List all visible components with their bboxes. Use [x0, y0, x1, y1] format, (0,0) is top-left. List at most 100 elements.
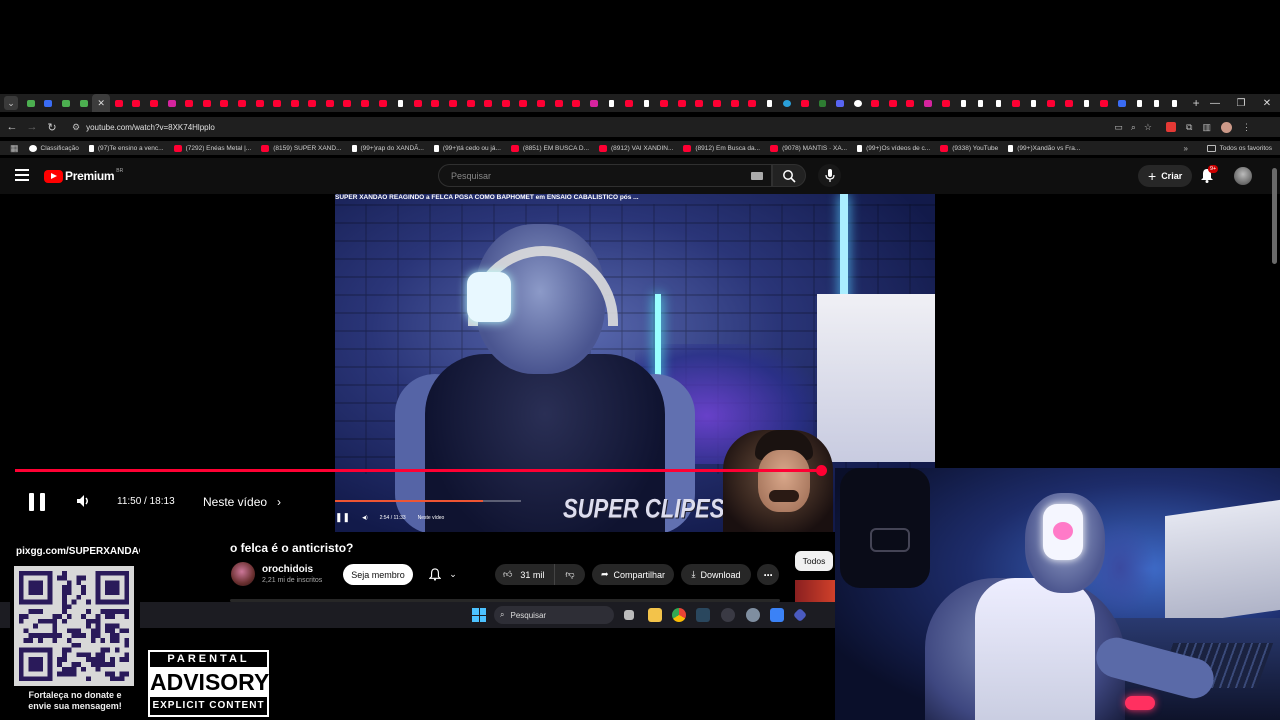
- search-input[interactable]: Pesquisar: [438, 164, 772, 187]
- maximize-icon[interactable]: ❐: [1228, 98, 1254, 109]
- tab-search-icon[interactable]: ⌄: [4, 96, 18, 110]
- file-explorer-icon[interactable]: [648, 608, 662, 622]
- browser-tab[interactable]: [743, 94, 761, 112]
- close-window-icon[interactable]: ✕: [1254, 98, 1280, 109]
- app-icon[interactable]: [792, 607, 808, 623]
- browser-tab[interactable]: [57, 94, 75, 112]
- close-tab-icon[interactable]: ✕: [97, 98, 105, 109]
- browser-tab[interactable]: [286, 94, 304, 112]
- browser-tab[interactable]: [444, 94, 462, 112]
- minimize-icon[interactable]: —: [1202, 98, 1228, 109]
- browser-tab[interactable]: [761, 94, 779, 112]
- browser-tab[interactable]: [972, 94, 990, 112]
- browser-tab[interactable]: [1025, 94, 1043, 112]
- browser-tab[interactable]: [198, 94, 216, 112]
- bookmark-item[interactable]: (9078) MANTIS · XA...: [770, 144, 847, 152]
- browser-tab[interactable]: [22, 94, 40, 112]
- bookmark-item[interactable]: (7292) Enéas Metal |...: [173, 144, 251, 152]
- browser-tab[interactable]: [655, 94, 673, 112]
- browser-tab[interactable]: [427, 94, 445, 112]
- browser-tab[interactable]: [40, 94, 58, 112]
- volume-button[interactable]: [76, 494, 92, 513]
- channel-name[interactable]: orochidois: [262, 564, 313, 575]
- taskbar-search[interactable]: ⌕ Pesquisar: [494, 606, 614, 624]
- back-icon[interactable]: ←: [2, 121, 22, 133]
- task-view-icon[interactable]: [624, 610, 634, 620]
- subscription-bell-button[interactable]: ⌄: [420, 564, 466, 585]
- browser-tab[interactable]: [726, 94, 744, 112]
- sidebar-icon[interactable]: ▥: [1202, 122, 1211, 133]
- page-scrollbar[interactable]: [1272, 168, 1277, 264]
- browser-tab[interactable]: [163, 94, 181, 112]
- browser-tab[interactable]: [251, 94, 269, 112]
- browser-tab[interactable]: [902, 94, 920, 112]
- keyboard-icon[interactable]: [751, 172, 763, 180]
- browser-tab[interactable]: [321, 94, 339, 112]
- browser-tab[interactable]: [1007, 94, 1025, 112]
- recommended-thumbnail[interactable]: [795, 580, 835, 602]
- progress-scrubber[interactable]: [816, 465, 827, 476]
- browser-tab[interactable]: [1042, 94, 1060, 112]
- pause-button[interactable]: [29, 493, 45, 511]
- join-button[interactable]: Seja membro: [343, 564, 413, 585]
- bookmark-item[interactable]: (99+)Xandão vs Fra...: [1008, 144, 1080, 152]
- browser-tab[interactable]: [567, 94, 585, 112]
- browser-tab[interactable]: [409, 94, 427, 112]
- browser-tab[interactable]: [268, 94, 286, 112]
- bookmark-item[interactable]: (97)Te ensino a venc...: [88, 144, 164, 152]
- extensions-puzzle-icon[interactable]: ⧉: [1186, 122, 1192, 133]
- share-button[interactable]: ➦ Compartilhar: [592, 564, 674, 585]
- browser-tab[interactable]: [831, 94, 849, 112]
- site-info-icon[interactable]: ⚙: [72, 122, 80, 133]
- bookmark-item[interactable]: (99+)rap do XANDÃ...: [351, 144, 424, 152]
- apps-grid-icon[interactable]: ▦: [10, 143, 19, 154]
- cast-icon[interactable]: ▭: [1114, 122, 1123, 133]
- browser-tab[interactable]: [603, 94, 621, 112]
- search-button[interactable]: [772, 164, 806, 187]
- browser-tab[interactable]: [550, 94, 568, 112]
- browser-tab[interactable]: [779, 94, 797, 112]
- browser-tab[interactable]: [75, 94, 93, 112]
- extension-icon[interactable]: [1166, 122, 1176, 132]
- bookmark-item[interactable]: (99+)tá cedo ou já...: [433, 144, 501, 152]
- browser-tab[interactable]: [919, 94, 937, 112]
- browser-tab[interactable]: [479, 94, 497, 112]
- browser-tab[interactable]: [1060, 94, 1078, 112]
- browser-menu-icon[interactable]: ⋮: [1242, 122, 1251, 133]
- download-button[interactable]: ⤓ Download: [681, 564, 751, 585]
- browser-tab[interactable]: [937, 94, 955, 112]
- app-icon[interactable]: [721, 608, 735, 622]
- bookmark-item[interactable]: (8851) EM BUSCA D...: [510, 144, 589, 152]
- chapter-button[interactable]: Neste vídeo ›: [203, 495, 281, 509]
- zoom-icon[interactable]: ⌕: [1131, 122, 1136, 133]
- browser-tab[interactable]: [180, 94, 198, 112]
- browser-tab[interactable]: [796, 94, 814, 112]
- browser-tab[interactable]: [515, 94, 533, 112]
- bookmark-item[interactable]: (99+)Os vídeos de c...: [857, 144, 930, 152]
- more-actions-button[interactable]: ···: [757, 564, 779, 585]
- reload-icon[interactable]: ↻: [42, 121, 62, 134]
- chrome-icon[interactable]: [672, 608, 686, 622]
- browser-tab[interactable]: [673, 94, 691, 112]
- browser-tab[interactable]: [356, 94, 374, 112]
- browser-tab[interactable]: [1095, 94, 1113, 112]
- voice-search-button[interactable]: [818, 164, 841, 187]
- address-bar[interactable]: ⚙ youtube.com/watch?v=8XK74Hlpplo ▭ ⌕ ☆: [68, 119, 1158, 135]
- browser-tab[interactable]: [128, 94, 146, 112]
- like-button[interactable]: 👍︎ 31 mil: [495, 564, 555, 585]
- browser-tab[interactable]: [391, 94, 409, 112]
- bookmark-item[interactable]: (8159) SUPER XAND...: [261, 144, 342, 152]
- app-icon[interactable]: [770, 608, 784, 622]
- browser-tab[interactable]: [339, 94, 357, 112]
- steam-icon[interactable]: [696, 608, 710, 622]
- browser-tab[interactable]: [304, 94, 322, 112]
- browser-tab[interactable]: [1148, 94, 1166, 112]
- bookmark-item[interactable]: (8912) Em Busca da...: [683, 144, 760, 152]
- browser-tab[interactable]: [620, 94, 638, 112]
- browser-tab[interactable]: [110, 94, 128, 112]
- browser-tab[interactable]: [585, 94, 603, 112]
- browser-tab[interactable]: [708, 94, 726, 112]
- more-bookmarks-icon[interactable]: »: [1184, 144, 1188, 153]
- profile-avatar[interactable]: [1220, 121, 1232, 133]
- bookmark-item[interactable]: (9338) YouTube: [940, 144, 998, 152]
